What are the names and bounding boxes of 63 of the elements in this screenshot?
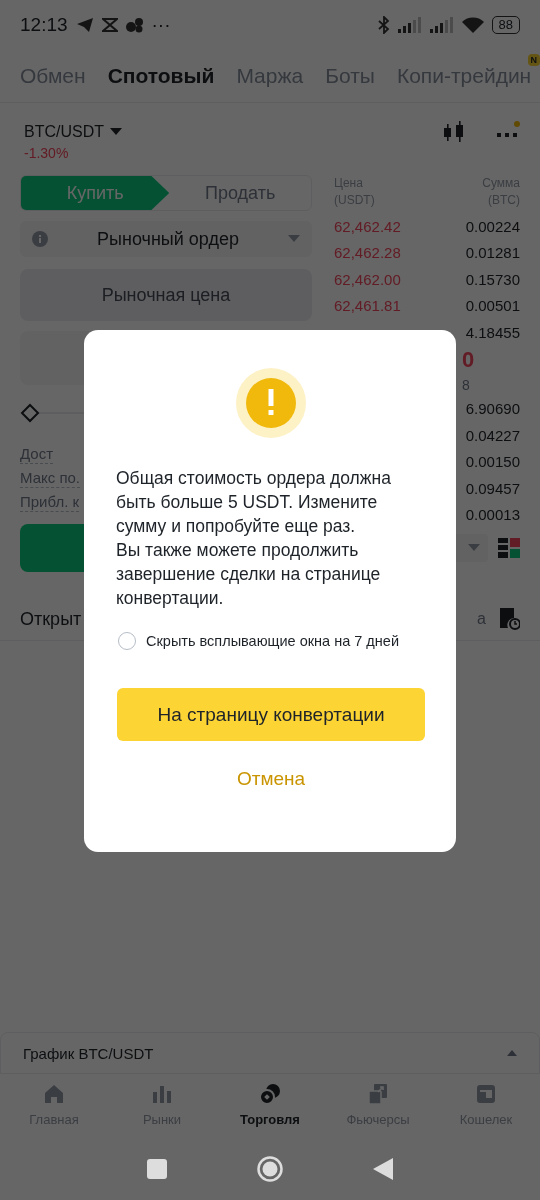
info-label: Прибл. к bbox=[20, 493, 80, 512]
ask-amount: 0.01281 bbox=[465, 244, 520, 262]
signal-icon bbox=[429, 17, 454, 33]
mark-price: 8 bbox=[462, 376, 470, 393]
wifi-icon bbox=[461, 17, 484, 33]
bubbles-icon bbox=[125, 17, 144, 33]
convert-page-button[interactable]: На страницу конвертации bbox=[117, 688, 425, 741]
chart-label: График BTC/USDT bbox=[23, 1044, 155, 1062]
order-type-dropdown[interactable]: Рыночный ордер bbox=[20, 221, 312, 257]
signal-icon bbox=[397, 17, 422, 33]
bid-amount: 6.90690 bbox=[465, 400, 520, 418]
clock: 12:13 bbox=[20, 14, 68, 36]
slider-handle[interactable] bbox=[20, 403, 40, 423]
hourglass-icon bbox=[101, 18, 118, 32]
open-orders-title[interactable]: Открыт bbox=[20, 608, 82, 630]
home-icon bbox=[42, 1082, 66, 1106]
futures-icon bbox=[366, 1082, 390, 1106]
info-icon bbox=[32, 231, 48, 247]
ask-amount: 0.00501 bbox=[465, 297, 520, 315]
bluetooth-icon bbox=[377, 16, 390, 34]
bid-amount: 0.09457 bbox=[465, 479, 520, 497]
bid-amount: 0.00150 bbox=[465, 453, 520, 471]
ask-amount: 0.00224 bbox=[465, 217, 520, 235]
ask-price: 62,462.00 bbox=[334, 270, 401, 288]
tab[interactable]: Спотовый bbox=[107, 64, 215, 88]
orders-link[interactable]: а bbox=[477, 610, 486, 628]
warning-icon bbox=[236, 368, 306, 438]
bid-amount: 0.00013 bbox=[465, 506, 520, 524]
caret-icon bbox=[507, 1050, 517, 1056]
depth-dropdown[interactable] bbox=[456, 534, 488, 562]
order-type-label: Рыночный ордер bbox=[96, 228, 240, 250]
last-price: 0 bbox=[462, 346, 475, 373]
candlestick-icon[interactable] bbox=[442, 121, 466, 143]
ask-price: 62,462.42 bbox=[334, 217, 401, 235]
hide-popups-checkbox[interactable]: Скрыть всплывающие окна на 7 дней bbox=[116, 632, 426, 650]
battery-indicator: 88 bbox=[491, 16, 520, 34]
more-notifications: ··· bbox=[151, 14, 171, 36]
ask-price: 62,461.81 bbox=[334, 297, 401, 315]
bid-amount: 0.04227 bbox=[465, 426, 520, 444]
caret-icon bbox=[110, 128, 122, 136]
caret-icon bbox=[288, 235, 300, 243]
trade-icon bbox=[258, 1082, 282, 1106]
side-tab[interactable]: Продать bbox=[169, 176, 311, 210]
back-icon[interactable] bbox=[373, 1158, 393, 1180]
ask-amount: 4.18455 bbox=[465, 323, 520, 341]
info-label: Дост bbox=[20, 445, 54, 464]
chart-panel-bar[interactable]: График BTC/USDT bbox=[0, 1032, 540, 1074]
wallet-icon bbox=[474, 1082, 498, 1106]
history-icon[interactable] bbox=[500, 608, 520, 630]
cancel-button[interactable]: Отмена bbox=[230, 767, 312, 791]
orderbook-layout-icon[interactable] bbox=[498, 538, 520, 558]
caret-icon bbox=[468, 544, 480, 552]
info-label: Макс по. bbox=[20, 469, 81, 488]
price-change: -1.30% bbox=[23, 145, 70, 161]
ask-price: 62,462.28 bbox=[334, 244, 401, 262]
paper-plane-icon bbox=[75, 17, 94, 33]
nav-item[interactable]: Торговля bbox=[216, 1082, 324, 1127]
dialog-message: Общая стоимость ордера должна быть больше 5 USDT. Измените сумму и попробуйте еще раз. Вы также можете продолжить завершение сделки на странице конвертации. bbox=[116, 467, 392, 610]
pair-selector[interactable]: BTC/USDT bbox=[24, 123, 122, 141]
home-icon[interactable] bbox=[257, 1156, 283, 1182]
new-badge: N bbox=[527, 54, 540, 66]
side-tab[interactable]: Купить bbox=[21, 176, 170, 210]
ask-amount: 0.15730 bbox=[465, 270, 520, 288]
